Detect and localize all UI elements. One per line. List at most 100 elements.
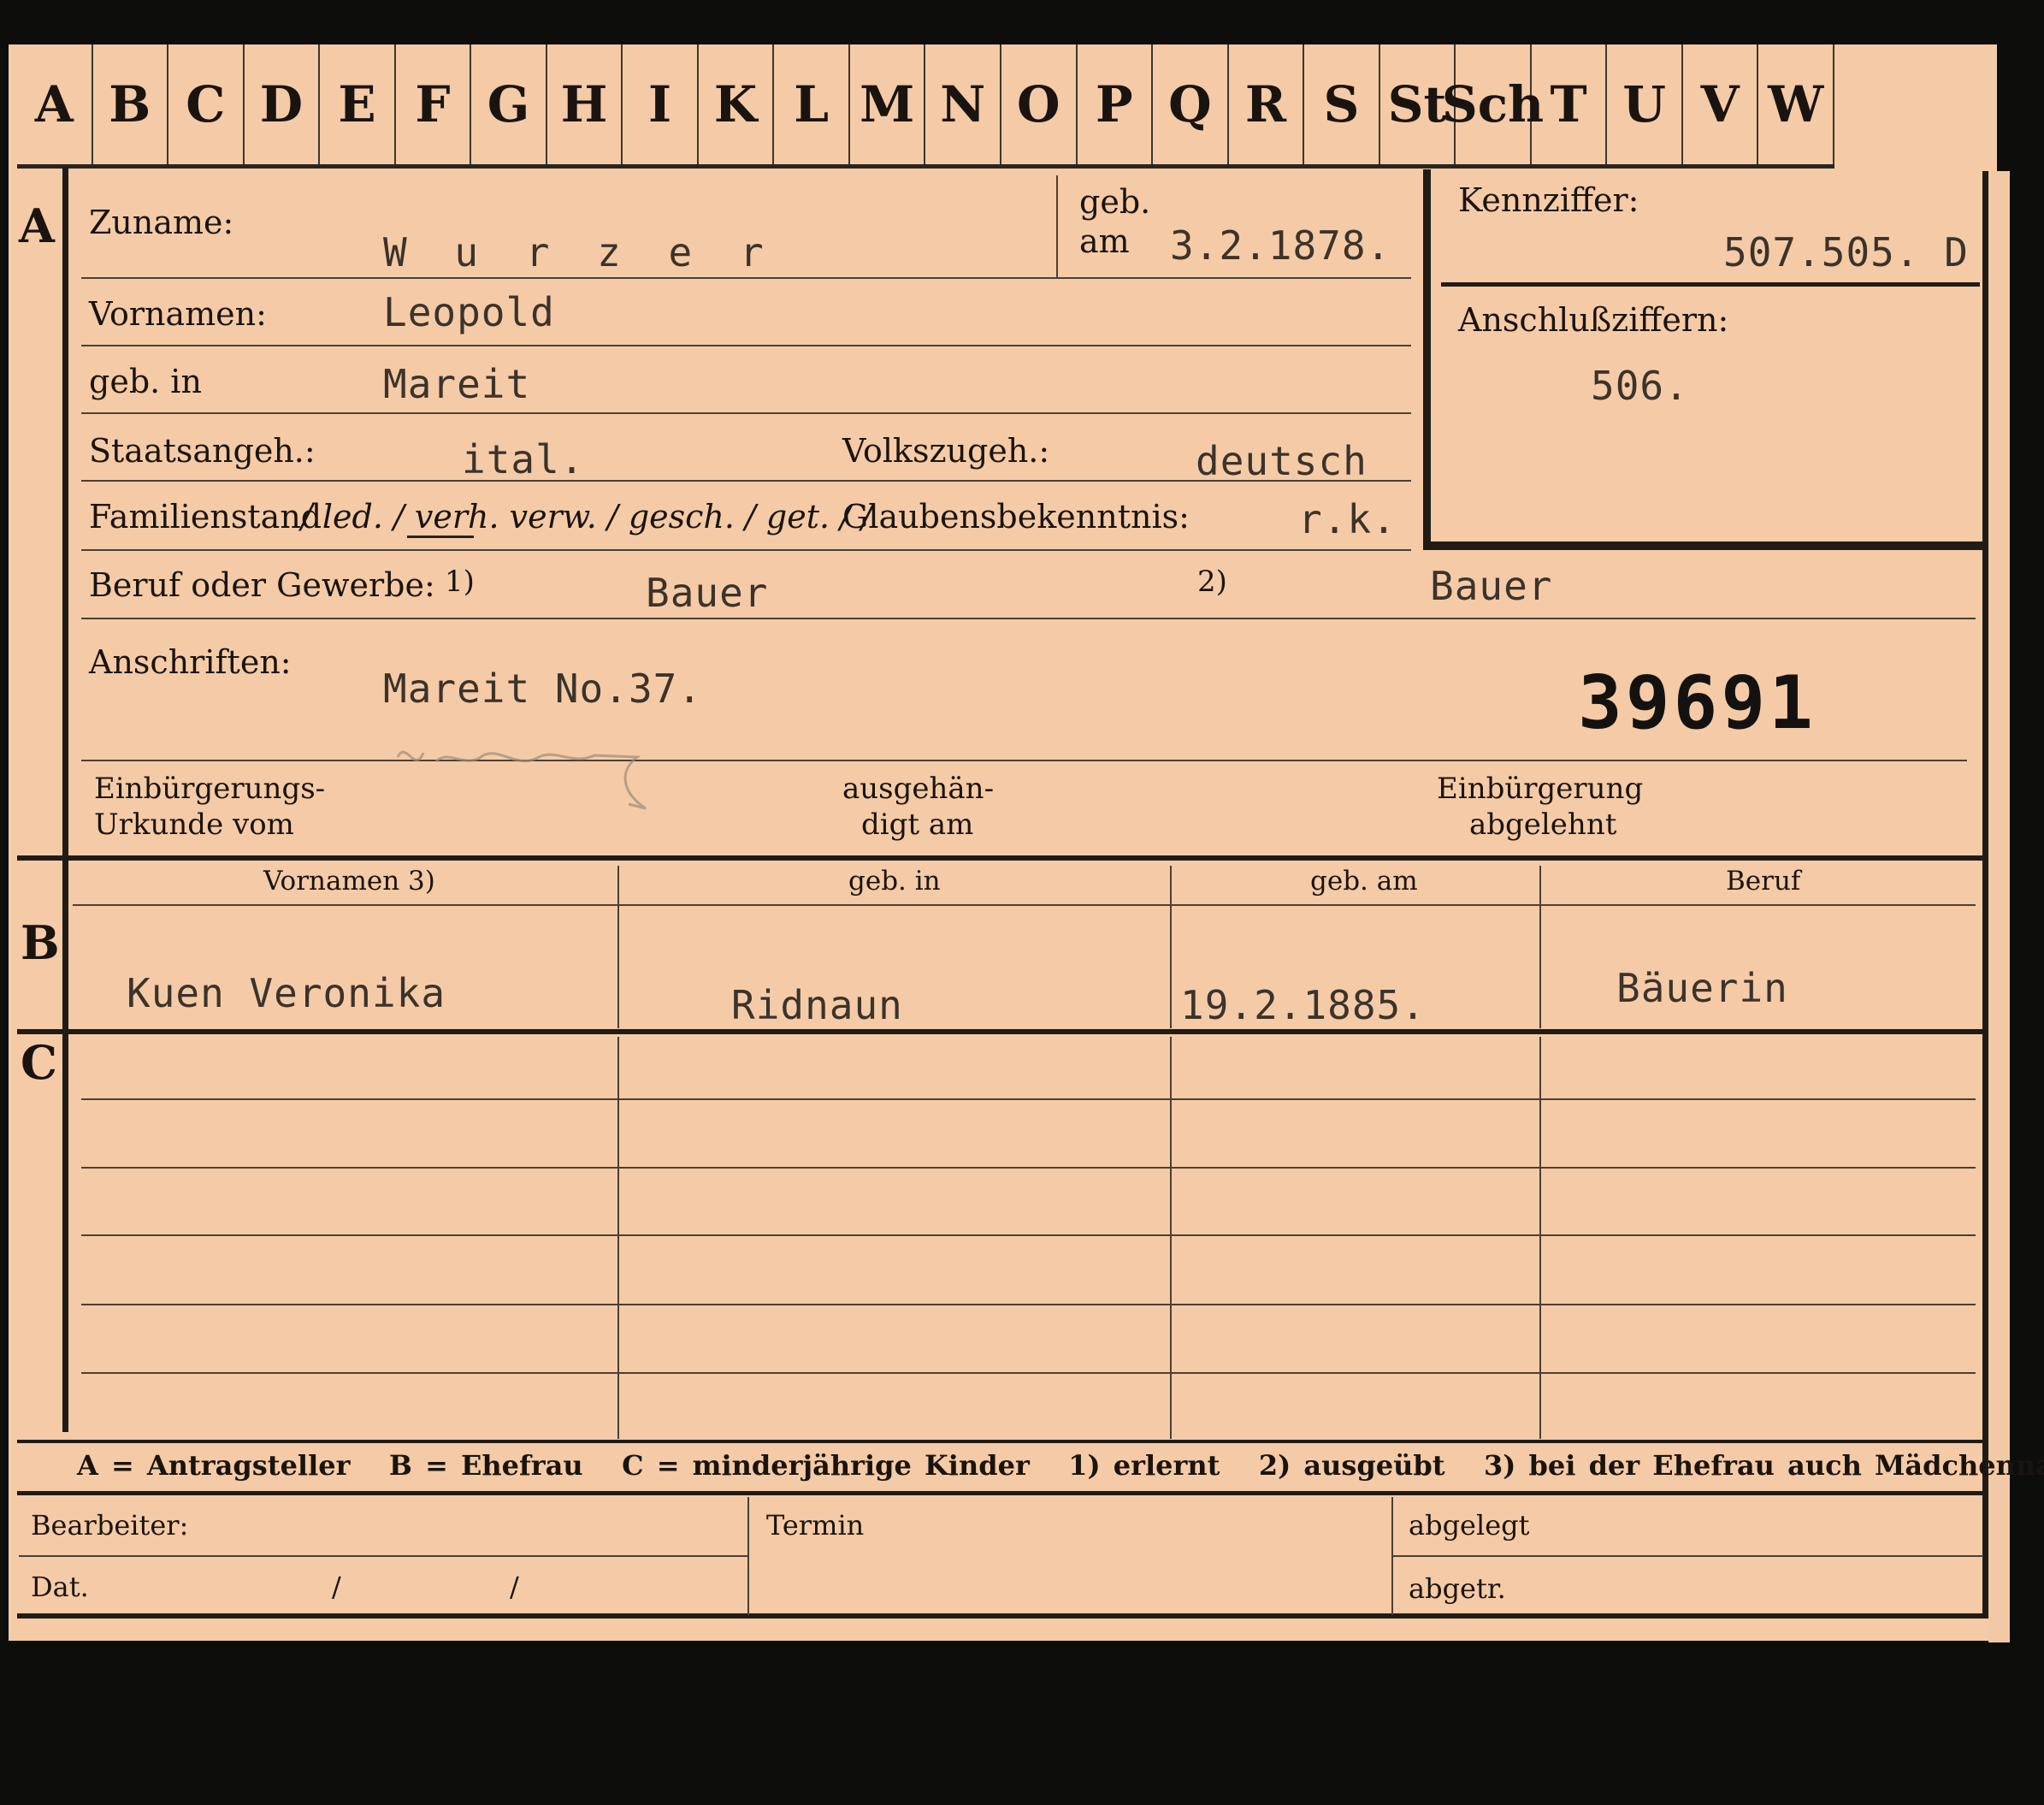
section-b-bar xyxy=(62,861,68,1032)
section-ab-divider xyxy=(17,855,1984,861)
ethnicity-label: Volkszugeh.: xyxy=(842,432,1050,470)
spouse-birthdate: 19.2.1885. xyxy=(1180,982,1426,1028)
alphabet-tab-strip: A B C D E F G H I K L M N O P Q R S St Sch T U V W xyxy=(17,44,1834,169)
stamp-number: 39691 xyxy=(1578,660,1817,746)
alphabet-tab-u[interactable]: U xyxy=(1607,44,1683,164)
birthplace-value: Mareit xyxy=(383,361,531,407)
legend: A = Antragsteller B = Ehefrau C = minder… xyxy=(77,1449,2044,1482)
spouse-name: Kuen Veronika xyxy=(127,970,446,1016)
kennziffer-value: 507.505. D xyxy=(1723,229,1969,275)
section-letter-b: B xyxy=(21,915,60,970)
table-col-3 xyxy=(1539,866,1541,1028)
date-slash-1: / xyxy=(332,1571,341,1603)
alphabet-tab-m[interactable]: M xyxy=(850,44,926,164)
citizenship-value: ital. xyxy=(462,436,585,482)
header-birthplace: geb. in xyxy=(848,866,941,897)
section-bc-divider xyxy=(17,1029,1984,1034)
alphabet-tab-k[interactable]: K xyxy=(699,44,775,164)
alphabet-tab-q[interactable]: Q xyxy=(1153,44,1229,164)
date-label: Dat. xyxy=(31,1571,89,1603)
issued-label-2: digt am xyxy=(861,808,974,842)
section-letter-a: A xyxy=(19,198,55,253)
children-row-line xyxy=(81,1167,1976,1169)
date-slash-2: / xyxy=(510,1571,519,1603)
header-given-names: Vornamen 3) xyxy=(263,866,435,897)
alphabet-tab-g[interactable]: G xyxy=(471,44,547,164)
profession-note-2: 2) xyxy=(1197,565,1227,599)
born-label-2: am xyxy=(1079,222,1130,260)
alphabet-tab-a[interactable]: A xyxy=(17,44,93,164)
alphabet-tab-s[interactable]: S xyxy=(1304,44,1380,164)
row-line-birthplace xyxy=(81,412,1411,414)
naturalization-label-1: Einbürgerungs- xyxy=(94,772,326,806)
surname-value: W u r z e r xyxy=(383,229,776,275)
alphabet-tab-l[interactable]: L xyxy=(774,44,850,164)
kennziffer-label: Kennziffer: xyxy=(1458,181,1639,219)
profession-learned: Bauer xyxy=(646,570,769,616)
card-edge xyxy=(1988,171,2010,1642)
born-label-1: geb. xyxy=(1079,183,1151,221)
handwritten-scribble xyxy=(396,750,647,810)
profession-note-1: 1) xyxy=(445,565,475,599)
children-row-line xyxy=(81,1372,1976,1374)
legend-bottom-line xyxy=(17,1491,1984,1495)
children-col-2 xyxy=(1170,1037,1172,1439)
alphabet-tab-e[interactable]: E xyxy=(320,44,396,164)
children-col-3 xyxy=(1539,1037,1541,1439)
alphabet-tab-o[interactable]: O xyxy=(1001,44,1078,164)
row-line-address xyxy=(81,760,1967,761)
alphabet-tab-b[interactable]: B xyxy=(93,44,169,164)
section-c-bar xyxy=(62,1034,68,1432)
surname-label: Zuname: xyxy=(89,204,234,241)
alphabet-tab-w[interactable]: W xyxy=(1758,44,1834,164)
anschluss-label: Anschlußziffern: xyxy=(1458,301,1729,339)
header-birthdate: geb. am xyxy=(1310,866,1418,897)
alphabet-tab-f[interactable]: F xyxy=(396,44,472,164)
row-line-profession xyxy=(81,618,1976,619)
ethnicity-value: deutsch xyxy=(1196,438,1368,484)
legend-top-line xyxy=(17,1440,1984,1443)
religion-value: r.k. xyxy=(1298,496,1397,542)
born-value: 3.2.1878. xyxy=(1170,222,1391,269)
family-selected-underline xyxy=(407,536,474,538)
bearbeiter-label: Bearbeiter: xyxy=(31,1509,189,1542)
alphabet-tab-sch[interactable]: Sch xyxy=(1442,44,1544,164)
alphabet-tab-r[interactable]: R xyxy=(1229,44,1305,164)
children-row-line xyxy=(81,1098,1976,1100)
birthdate-divider xyxy=(1056,175,1058,278)
alphabet-tab-t[interactable]: T xyxy=(1532,44,1608,164)
row-line-surname xyxy=(81,277,1411,279)
alphabet-tab-p[interactable]: P xyxy=(1078,44,1154,164)
table-header-line xyxy=(73,904,1976,906)
abgetr-label: abgetr. xyxy=(1409,1572,1506,1605)
children-row-line xyxy=(81,1234,1976,1236)
address-value: Mareit No.37. xyxy=(383,666,703,712)
profession-label: Beruf oder Gewerbe: xyxy=(89,566,435,604)
alphabet-tab-i[interactable]: I xyxy=(623,44,699,164)
spouse-birthplace: Ridnaun xyxy=(731,982,903,1028)
alphabet-tab-n[interactable]: N xyxy=(926,44,1002,164)
section-letter-c: C xyxy=(21,1035,57,1090)
citizenship-label: Staatsangeh.: xyxy=(89,432,316,470)
alphabet-tab-c[interactable]: C xyxy=(168,44,245,164)
footer-line-right xyxy=(1391,1555,1983,1557)
header-profession: Beruf xyxy=(1726,866,1801,897)
alphabet-tab-v[interactable]: V xyxy=(1683,44,1759,164)
naturalization-label-2: Urkunde vom xyxy=(94,808,294,842)
alphabet-tab-h[interactable]: H xyxy=(547,44,623,164)
id-box xyxy=(1423,169,1984,550)
birthplace-label: geb. in xyxy=(89,363,202,400)
rejected-label-2: abgelehnt xyxy=(1469,808,1617,842)
rejected-label-1: Einbürgerung xyxy=(1437,772,1644,806)
address-label: Anschriften: xyxy=(89,643,292,681)
given-label: Vornamen: xyxy=(89,295,267,333)
row-line-given xyxy=(81,345,1411,346)
anschluss-value: 506. xyxy=(1591,363,1689,409)
row-line-family xyxy=(81,549,1411,551)
abgelegt-label: abgelegt xyxy=(1409,1509,1530,1542)
family-label: Familienstand xyxy=(89,498,322,536)
termin-label: Termin xyxy=(766,1509,865,1542)
alphabet-tab-d[interactable]: D xyxy=(245,44,321,164)
footer-line-left xyxy=(19,1555,747,1557)
profession-practiced: Bauer xyxy=(1430,563,1553,609)
